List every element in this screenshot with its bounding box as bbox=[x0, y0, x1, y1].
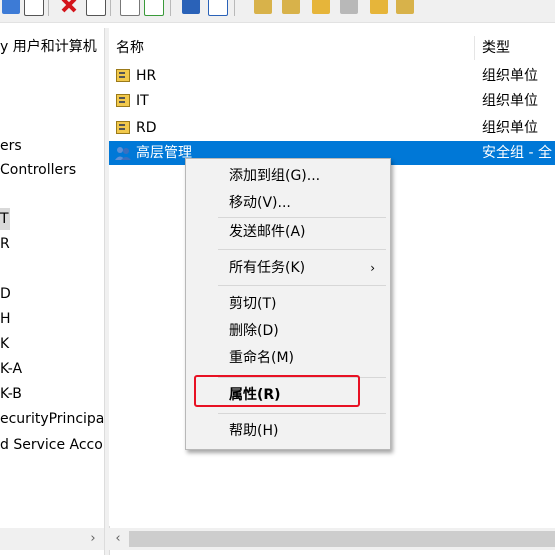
menu-item-all-tasks[interactable]: 所有任务(K) › bbox=[186, 255, 390, 281]
ou-icon bbox=[116, 94, 130, 107]
toolbar-separator bbox=[48, 0, 49, 16]
row-type: 组织单位 bbox=[482, 120, 538, 136]
menu-item-add-to-group[interactable]: 添加到组(G)... bbox=[186, 163, 390, 189]
menu-separator bbox=[218, 285, 386, 286]
menu-item-move[interactable]: 移动(V)... bbox=[186, 190, 390, 216]
toolbar bbox=[0, 0, 555, 23]
properties-icon[interactable] bbox=[86, 0, 106, 16]
group-icon[interactable] bbox=[282, 0, 300, 14]
ou-icon bbox=[116, 69, 130, 82]
menu-item-cut[interactable]: 剪切(T) bbox=[186, 291, 390, 317]
menu-item-label: 删除(D) bbox=[229, 323, 279, 339]
menu-separator bbox=[218, 249, 386, 250]
list-horizontal-scrollbar[interactable]: ‹ bbox=[109, 528, 555, 550]
delete-icon[interactable] bbox=[60, 0, 78, 14]
tree-item-it[interactable]: T bbox=[0, 208, 10, 230]
group-icon bbox=[115, 147, 131, 160]
row-name: RD bbox=[136, 120, 157, 136]
column-divider[interactable] bbox=[474, 36, 475, 60]
help-icon[interactable] bbox=[182, 0, 200, 14]
group-add-icon[interactable] bbox=[370, 0, 388, 14]
tree-item-service-accounts[interactable]: d Service Accounts bbox=[0, 434, 104, 456]
menu-item-label: 发送邮件(A) bbox=[229, 224, 306, 240]
export-icon[interactable] bbox=[144, 0, 164, 16]
tree-item-h[interactable]: H bbox=[0, 308, 11, 330]
scroll-left-arrow-icon[interactable]: ‹ bbox=[109, 528, 127, 550]
menu-item-rename[interactable]: 重命名(M) bbox=[186, 345, 390, 371]
menu-item-label: 剪切(T) bbox=[229, 296, 277, 312]
menu-separator bbox=[218, 413, 386, 414]
menu-item-label: 所有任务(K) bbox=[229, 260, 306, 276]
row-type: 安全组 - 全 bbox=[482, 145, 552, 161]
tree-item-k[interactable]: K bbox=[0, 333, 9, 355]
view-icon[interactable] bbox=[208, 0, 228, 16]
tree-horizontal-scrollbar[interactable]: › bbox=[0, 528, 104, 550]
properties-highlight-box bbox=[194, 375, 360, 407]
tree-item-domain-controllers[interactable]: Controllers bbox=[0, 159, 76, 181]
menu-item-send-mail[interactable]: 发送邮件(A) bbox=[186, 219, 390, 245]
list-item[interactable]: IT 组织单位 bbox=[109, 89, 555, 113]
tree-item-k-a[interactable]: K-A bbox=[0, 358, 22, 380]
scroll-right-arrow-icon[interactable]: › bbox=[84, 528, 102, 550]
document-icon[interactable] bbox=[24, 0, 44, 16]
users-icon[interactable] bbox=[396, 0, 414, 14]
menu-item-delete[interactable]: 删除(D) bbox=[186, 318, 390, 344]
row-name: IT bbox=[136, 93, 149, 109]
submenu-arrow-icon: › bbox=[370, 261, 375, 275]
ou-icon bbox=[116, 121, 130, 134]
row-type: 组织单位 bbox=[482, 93, 538, 109]
tree-pane: y 用户和计算机 ers Controllers T R D H K K-A K… bbox=[0, 32, 104, 552]
filter-icon[interactable] bbox=[340, 0, 358, 14]
toolbar-separator bbox=[234, 0, 235, 16]
toolbar-separator bbox=[110, 0, 111, 16]
menu-item-label: 帮助(H) bbox=[229, 423, 279, 439]
menu-item-label: 移动(V)... bbox=[229, 195, 291, 211]
menu-item-label: 添加到组(G)... bbox=[229, 168, 321, 184]
row-name: 高层管理 bbox=[136, 145, 192, 161]
column-header-name[interactable]: 名称 bbox=[116, 34, 144, 62]
ou-icon[interactable] bbox=[312, 0, 330, 14]
menu-separator bbox=[218, 217, 386, 218]
column-header-type[interactable]: 类型 bbox=[482, 34, 510, 62]
tree-item-users[interactable]: ers bbox=[0, 135, 22, 157]
refresh-icon[interactable] bbox=[120, 0, 140, 16]
tree-item-security-principals[interactable]: ecurityPrincipals bbox=[0, 408, 104, 430]
toolbar-separator bbox=[170, 0, 171, 16]
tree-item-k-b[interactable]: K-B bbox=[0, 383, 22, 405]
row-name: HR bbox=[136, 68, 157, 84]
tree-item-r[interactable]: R bbox=[0, 233, 10, 255]
user-icon[interactable] bbox=[254, 0, 272, 14]
row-type: 组织单位 bbox=[482, 68, 538, 84]
tree-item-root[interactable]: y 用户和计算机 bbox=[0, 36, 97, 58]
tree-item-d[interactable]: D bbox=[0, 283, 11, 305]
back-icon[interactable] bbox=[2, 0, 20, 14]
list-item[interactable]: RD 组织单位 bbox=[109, 116, 555, 140]
menu-item-label: 重命名(M) bbox=[229, 350, 295, 366]
list-item[interactable]: HR 组织单位 bbox=[109, 64, 555, 88]
menu-item-help[interactable]: 帮助(H) bbox=[186, 418, 390, 444]
scrollbar-thumb[interactable] bbox=[129, 531, 555, 547]
